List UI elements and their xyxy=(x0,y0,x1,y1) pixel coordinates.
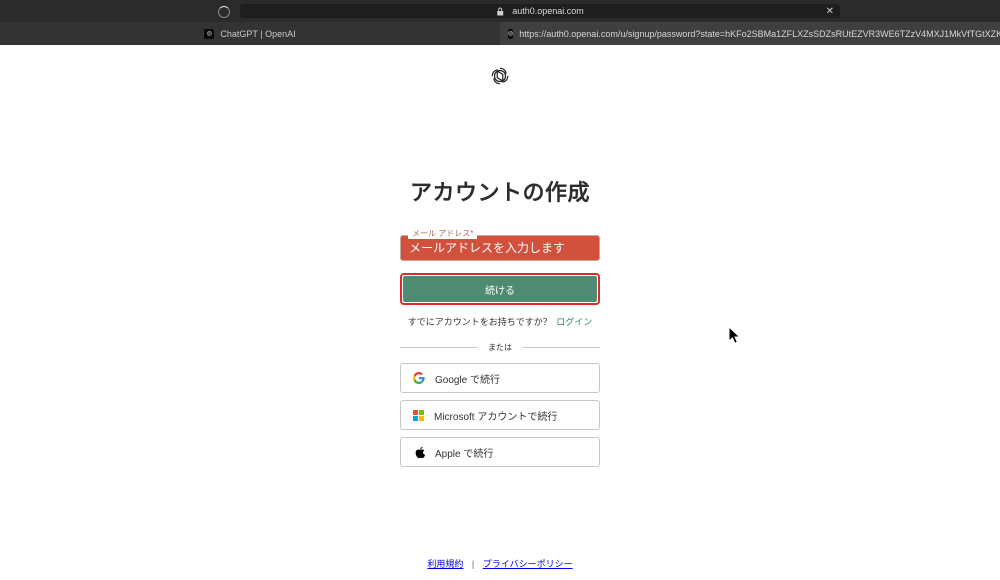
mouse-cursor-icon xyxy=(728,326,743,346)
apple-icon xyxy=(413,446,425,458)
openai-favicon-icon: ◎ xyxy=(508,29,513,39)
or-text: または xyxy=(478,342,522,353)
terms-link[interactable]: 利用規約 xyxy=(427,559,463,569)
clear-address-icon[interactable]: ✕ xyxy=(826,6,834,17)
lock-icon xyxy=(496,7,504,16)
page-title: アカウントの作成 xyxy=(330,175,670,207)
microsoft-icon xyxy=(413,410,424,421)
login-link[interactable]: ログイン xyxy=(556,317,592,327)
address-bar[interactable]: auth0.openai.com ✕ xyxy=(240,4,840,18)
email-label: メール アドレス* xyxy=(408,228,477,239)
privacy-link[interactable]: プライバシーポリシー xyxy=(483,559,573,569)
tab-label: ChatGPT | OpenAI xyxy=(220,29,295,39)
browser-tab-chatgpt[interactable]: ◎ ChatGPT | OpenAI xyxy=(0,22,500,45)
address-bar-host: auth0.openai.com xyxy=(496,6,584,16)
page-body: アカウントの作成 メール アドレス* 続ける すでにアカウントをお持ちですか？ … xyxy=(0,45,1000,580)
apple-button-label: Apple で続行 xyxy=(435,445,493,460)
browser-chrome: auth0.openai.com ✕ ◎ ChatGPT | OpenAI ◎ … xyxy=(0,0,1000,45)
have-account-text: すでにアカウントをお持ちですか？ xyxy=(408,317,552,327)
google-icon xyxy=(413,372,425,384)
openai-logo-icon xyxy=(489,65,511,87)
openai-favicon-icon: ◎ xyxy=(204,29,214,39)
signup-card: アカウントの作成 メール アドレス* 続ける すでにアカウントをお持ちですか？ … xyxy=(330,175,670,474)
footer-divider: | xyxy=(472,559,474,569)
tab-label: https://auth0.openai.com/u/signup/passwo… xyxy=(519,29,1000,39)
legal-footer: 利用規約 | プライバシーポリシー xyxy=(0,557,1000,570)
login-prompt: すでにアカウントをお持ちですか？ ログイン xyxy=(330,315,670,328)
divider-or: または xyxy=(400,342,600,353)
loading-spinner-icon xyxy=(218,6,230,18)
continue-with-google-button[interactable]: Google で続行 xyxy=(400,363,600,393)
microsoft-button-label: Microsoft アカウントで続行 xyxy=(434,408,557,423)
browser-tab-signup[interactable]: ◎ https://auth0.openai.com/u/signup/pass… xyxy=(500,22,1000,45)
continue-with-apple-button[interactable]: Apple で続行 xyxy=(400,437,600,467)
google-button-label: Google で続行 xyxy=(435,371,500,386)
continue-highlight: 続ける xyxy=(400,273,600,305)
continue-with-microsoft-button[interactable]: Microsoft アカウントで続行 xyxy=(400,400,600,430)
continue-button[interactable]: 続ける xyxy=(403,276,597,302)
social-login-group: Google で続行 Microsoft アカウントで続行 Apple で続行 xyxy=(400,363,600,467)
tab-bar: ◎ ChatGPT | OpenAI ◎ https://auth0.opena… xyxy=(0,22,1000,45)
email-field-wrap: メール アドレス* xyxy=(400,235,600,261)
address-bar-text: auth0.openai.com xyxy=(512,6,584,16)
